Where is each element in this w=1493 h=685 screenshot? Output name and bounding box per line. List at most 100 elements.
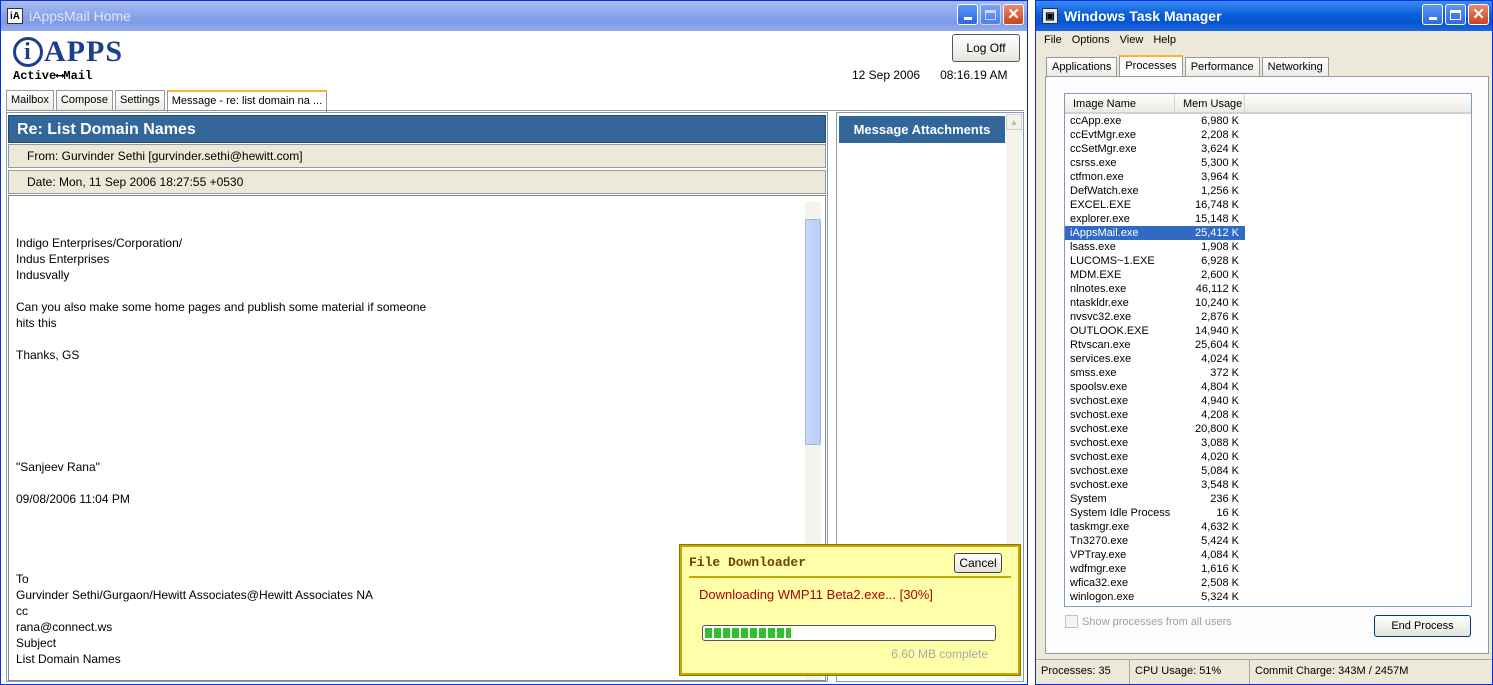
attachments-title: Message Attachments <box>839 116 1005 143</box>
column-image-name[interactable]: Image Name <box>1065 94 1175 112</box>
table-row[interactable]: svchost.exe 3,548 K <box>1065 478 1471 492</box>
table-row[interactable]: wfica32.exe 2,508 K <box>1065 576 1471 590</box>
table-row[interactable]: services.exe 4,024 K <box>1065 352 1471 366</box>
table-row[interactable]: VPTray.exe 4,084 K <box>1065 548 1471 562</box>
process-name: taskmgr.exe <box>1070 521 1130 533</box>
table-row[interactable]: lsass.exe 1,908 K <box>1065 240 1471 254</box>
tab-settings[interactable]: Settings <box>114 90 165 111</box>
table-row[interactable]: nvsvc32.exe 2,876 K <box>1065 310 1471 324</box>
process-name: nvsvc32.exe <box>1070 311 1132 323</box>
process-name: System Idle Process <box>1070 507 1171 519</box>
table-row[interactable]: System Idle Process 16 K <box>1065 506 1471 520</box>
logo-i-circle: i <box>13 37 43 67</box>
taskmgr-titlebar[interactable]: ▣ Windows Task Manager ✕ <box>1036 1 1492 31</box>
scroll-thumb[interactable] <box>805 219 821 445</box>
tab-performance[interactable]: Performance <box>1184 57 1260 77</box>
table-row[interactable]: System 236 K <box>1065 492 1471 506</box>
tab-processes[interactable]: Processes <box>1119 55 1183 77</box>
process-list[interactable]: Image Name Mem Usage ccApp.exe 6,980 KccE… <box>1064 93 1472 607</box>
table-row[interactable]: spoolsv.exe 4,804 K <box>1065 380 1471 394</box>
tm-maximize-button[interactable] <box>1445 4 1466 25</box>
process-mem-usage: 2,508 K <box>1201 577 1239 589</box>
table-row[interactable]: svchost.exe 4,208 K <box>1065 408 1471 422</box>
table-row[interactable]: svchost.exe 3,088 K <box>1065 436 1471 450</box>
table-row[interactable]: winlogon.exe 5,324 K <box>1065 590 1471 604</box>
tm-minimize-button[interactable] <box>1422 4 1443 25</box>
table-row[interactable]: svchost.exe 5,084 K <box>1065 464 1471 478</box>
table-row[interactable]: DefWatch.exe 1,256 K <box>1065 184 1471 198</box>
table-row[interactable]: ccEvtMgr.exe 2,208 K <box>1065 128 1471 142</box>
process-mem-usage: 5,084 K <box>1201 465 1239 477</box>
taskmgr-app-icon: ▣ <box>1042 8 1058 24</box>
show-all-users-checkbox[interactable] <box>1065 615 1078 628</box>
tabs-divider <box>6 110 1024 111</box>
end-process-button[interactable]: End Process <box>1374 615 1471 637</box>
table-row[interactable]: csrss.exe 5,300 K <box>1065 156 1471 170</box>
column-mem-usage[interactable]: Mem Usage <box>1175 94 1245 112</box>
download-progress-fill <box>705 628 792 638</box>
table-row[interactable]: svchost.exe 4,020 K <box>1065 450 1471 464</box>
table-row[interactable]: Rtvscan.exe 25,604 K <box>1065 338 1471 352</box>
table-row[interactable]: ccApp.exe 6,980 K <box>1065 114 1471 128</box>
process-name: ccEvtMgr.exe <box>1070 129 1137 141</box>
table-row[interactable]: smss.exe 372 K <box>1065 366 1471 380</box>
minimize-button[interactable] <box>957 4 978 25</box>
close-button[interactable]: ✕ <box>1003 4 1024 25</box>
minimize-icon <box>1428 17 1437 20</box>
table-row[interactable]: ntaskldr.exe 10,240 K <box>1065 296 1471 310</box>
tab-message[interactable]: Message - re: list domain na ... <box>166 90 328 112</box>
tab-networking[interactable]: Networking <box>1261 57 1329 77</box>
file-downloader-popup: File Downloader Cancel Downloading WMP11… <box>679 544 1021 676</box>
menu-view[interactable]: View <box>1115 31 1149 50</box>
tab-compose[interactable]: Compose <box>55 90 113 111</box>
status-processes: Processes: 35 <box>1036 660 1130 684</box>
menu-help[interactable]: Help <box>1148 31 1181 50</box>
table-row[interactable]: wdfmgr.exe 1,616 K <box>1065 562 1471 576</box>
process-mem-usage: 372 K <box>1210 367 1239 379</box>
table-row[interactable]: OUTLOOK.EXE 14,940 K <box>1065 324 1471 338</box>
table-row[interactable]: svchost.exe 4,940 K <box>1065 394 1471 408</box>
table-row[interactable]: ccSetMgr.exe 3,624 K <box>1065 142 1471 156</box>
table-row[interactable]: taskmgr.exe 4,632 K <box>1065 520 1471 534</box>
process-mem-usage: 1,256 K <box>1201 185 1239 197</box>
message-date: Date: Mon, 11 Sep 2006 18:27:55 +0530 <box>8 170 826 194</box>
tab-applications[interactable]: Applications <box>1046 57 1118 77</box>
tab-mailbox[interactable]: Mailbox <box>6 90 54 111</box>
process-name: smss.exe <box>1070 367 1117 379</box>
attachments-scroll-up-icon[interactable]: ▲ <box>1006 114 1022 130</box>
table-row[interactable]: svchost.exe 20,800 K <box>1065 422 1471 436</box>
taskmgr-window-title: Windows Task Manager <box>1064 8 1222 24</box>
table-row[interactable]: iAppsMail.exe 25,412 K <box>1065 226 1471 240</box>
iapps-titlebar[interactable]: iA iAppsMail Home ✕ <box>1 1 1027 31</box>
table-row[interactable]: LUCOMS~1.EXE 6,928 K <box>1065 254 1471 268</box>
table-row[interactable]: explorer.exe 15,148 K <box>1065 212 1471 226</box>
table-row[interactable]: EXCEL.EXE 16,748 K <box>1065 198 1471 212</box>
process-mem-usage: 5,324 K <box>1201 591 1239 603</box>
logo-main-text: APPS <box>44 35 123 68</box>
downloader-cancel-button[interactable]: Cancel <box>954 553 1002 573</box>
logoff-button[interactable]: Log Off <box>952 34 1020 62</box>
iapps-window: iA iAppsMail Home ✕ i APPS Active⟷Mail Lo… <box>0 0 1028 685</box>
process-name: Rtvscan.exe <box>1070 339 1131 351</box>
iapps-app-icon: iA <box>7 8 23 24</box>
table-row[interactable]: ctfmon.exe 3,964 K <box>1065 170 1471 184</box>
process-name: svchost.exe <box>1070 465 1129 477</box>
process-name: wfica32.exe <box>1070 577 1129 589</box>
process-name: winlogon.exe <box>1070 591 1135 603</box>
menu-options[interactable]: Options <box>1067 31 1115 50</box>
maximize-button[interactable] <box>980 4 1001 25</box>
menu-file[interactable]: File <box>1039 31 1067 50</box>
mail-tabs: Mailbox Compose Settings Message - re: l… <box>6 90 328 112</box>
process-name: svchost.exe <box>1070 437 1129 449</box>
process-mem-usage: 5,300 K <box>1201 157 1239 169</box>
table-row[interactable]: Tn3270.exe 5,424 K <box>1065 534 1471 548</box>
datetime: 12 Sep 2006 08:16.19 AM <box>852 68 1007 82</box>
show-all-users-label: Show processes from all users <box>1082 615 1232 628</box>
process-name: Tn3270.exe <box>1070 535 1129 547</box>
table-row[interactable]: MDM.EXE 2,600 K <box>1065 268 1471 282</box>
tm-close-button[interactable]: ✕ <box>1468 4 1489 25</box>
table-row[interactable]: nlnotes.exe 46,112 K <box>1065 282 1471 296</box>
process-name: nlnotes.exe <box>1070 283 1127 295</box>
process-mem-usage: 15,148 K <box>1194 213 1239 225</box>
process-name: System <box>1070 493 1107 505</box>
